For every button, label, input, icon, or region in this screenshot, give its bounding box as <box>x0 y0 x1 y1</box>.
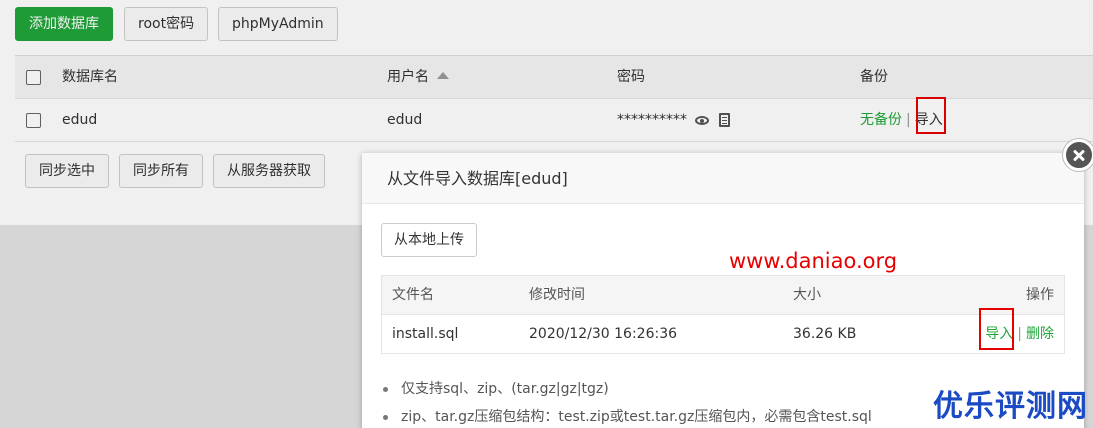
header-backup: 备份 <box>860 69 888 85</box>
header-size: 大小 <box>793 287 821 303</box>
site-watermark: 优乐评测网 <box>933 389 1088 424</box>
sync-selected-button[interactable]: 同步选中 <box>25 154 109 188</box>
file-table: 文件名 修改时间 大小 操作 install.sql 2020/12/30 16… <box>381 275 1065 354</box>
file-table-header: 文件名 修改时间 大小 操作 <box>382 276 1064 315</box>
highlight-box-file-import <box>979 308 1014 350</box>
highlight-box-import <box>916 97 946 134</box>
phpmyadmin-button[interactable]: phpMyAdmin <box>218 7 338 41</box>
header-filename: 文件名 <box>392 287 434 303</box>
header-actions: 操作 <box>1026 287 1054 303</box>
file-modified-time: 2020/12/30 16:26:36 <box>529 326 678 342</box>
row-password-masked: ********** <box>617 112 687 128</box>
separator: | <box>906 112 911 128</box>
fetch-from-server-button[interactable]: 从服务器获取 <box>213 154 325 188</box>
copy-icon[interactable] <box>719 113 730 127</box>
separator: | <box>1017 326 1022 342</box>
table-header: 数据库名 用户名 密码 备份 <box>15 56 1093 99</box>
tip-item: 仅支持sql、zip、(tar.gz|gz|tgz) <box>382 375 872 403</box>
header-modified-time: 修改时间 <box>529 287 585 303</box>
row-db-name: edud <box>62 112 98 128</box>
help-tips: 仅支持sql、zip、(tar.gz|gz|tgz) zip、tar.gz压缩包… <box>382 375 872 428</box>
header-password: 密码 <box>617 69 645 85</box>
row-checkbox[interactable] <box>26 113 41 128</box>
eye-icon[interactable] <box>695 115 709 125</box>
close-icon[interactable] <box>1063 139 1093 171</box>
add-database-button[interactable]: 添加数据库 <box>15 7 113 41</box>
no-backup-link[interactable]: 无备份 <box>860 112 902 128</box>
header-db-name: 数据库名 <box>62 69 118 85</box>
sort-ascending-icon[interactable] <box>437 71 449 79</box>
file-name: install.sql <box>392 326 459 342</box>
tip-item: zip、tar.gz压缩包结构：test.zip或test.tar.gz压缩包内… <box>382 403 872 428</box>
select-all-checkbox[interactable] <box>26 70 41 85</box>
dialog-title: 从文件导入数据库[edud] <box>362 153 1084 204</box>
header-username[interactable]: 用户名 <box>387 56 449 99</box>
file-size: 36.26 KB <box>793 326 857 342</box>
row-username: edud <box>387 112 423 128</box>
file-delete-link[interactable]: 删除 <box>1026 326 1054 342</box>
watermark-url: www.daniao.org <box>729 249 898 273</box>
upload-from-local-button[interactable]: 从本地上传 <box>381 223 477 257</box>
sync-all-button[interactable]: 同步所有 <box>119 154 203 188</box>
table-row: install.sql 2020/12/30 16:26:36 36.26 KB… <box>382 315 1064 353</box>
row-password-cell: ********** <box>617 99 730 142</box>
root-password-button[interactable]: root密码 <box>124 7 209 41</box>
